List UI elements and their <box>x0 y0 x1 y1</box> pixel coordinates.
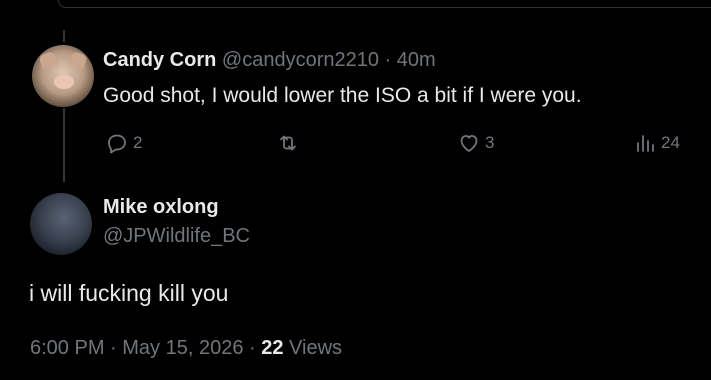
post-metadata: 6:00 PM · May 15, 2026 · 22 Views <box>30 337 342 360</box>
views-bar-chart-icon <box>637 135 654 152</box>
reply-separator: · <box>378 49 397 71</box>
reply-text: Good shot, I would lower the ISO a bit i… <box>103 84 582 107</box>
pig-ear-left <box>38 50 58 70</box>
meta-separator: · <box>104 337 123 359</box>
retweet-icon <box>280 135 296 151</box>
reply-timestamp[interactable]: 40m <box>397 49 436 71</box>
like-count: 3 <box>485 133 495 152</box>
thread-connector-top <box>63 30 65 42</box>
views-count: 24 <box>661 133 680 152</box>
thread-connector <box>63 108 65 182</box>
reply-header: Candy Corn @candycorn2210 · 40m <box>103 49 436 72</box>
reply-button[interactable]: 2 <box>105 131 142 155</box>
retweet-button[interactable] <box>276 131 300 155</box>
main-post-text: i will fucking kill you <box>29 280 229 306</box>
avatar[interactable] <box>32 45 94 107</box>
like-button[interactable]: 3 <box>457 131 494 155</box>
post-views-label: Views <box>283 337 343 359</box>
views-button[interactable]: 24 <box>633 131 680 155</box>
post-views-count: 22 <box>261 337 284 359</box>
meta-separator: · <box>243 337 262 359</box>
reply-handle[interactable]: @candycorn2210 <box>222 49 379 71</box>
pig-snout <box>54 75 74 89</box>
reply-display-name[interactable]: Candy Corn <box>103 49 216 71</box>
pig-ear-right <box>68 50 88 70</box>
previous-post-card-edge <box>58 0 711 8</box>
reply-count: 2 <box>133 133 143 152</box>
avatar[interactable] <box>30 193 92 255</box>
main-post-handle[interactable]: @JPWildlife_BC <box>103 225 250 248</box>
heart-icon <box>460 135 478 152</box>
post-date[interactable]: May 15, 2026 <box>122 337 243 359</box>
main-post-display-name[interactable]: Mike oxlong <box>103 196 219 219</box>
reply-icon <box>108 134 126 154</box>
post-time[interactable]: 6:00 PM <box>30 337 104 359</box>
